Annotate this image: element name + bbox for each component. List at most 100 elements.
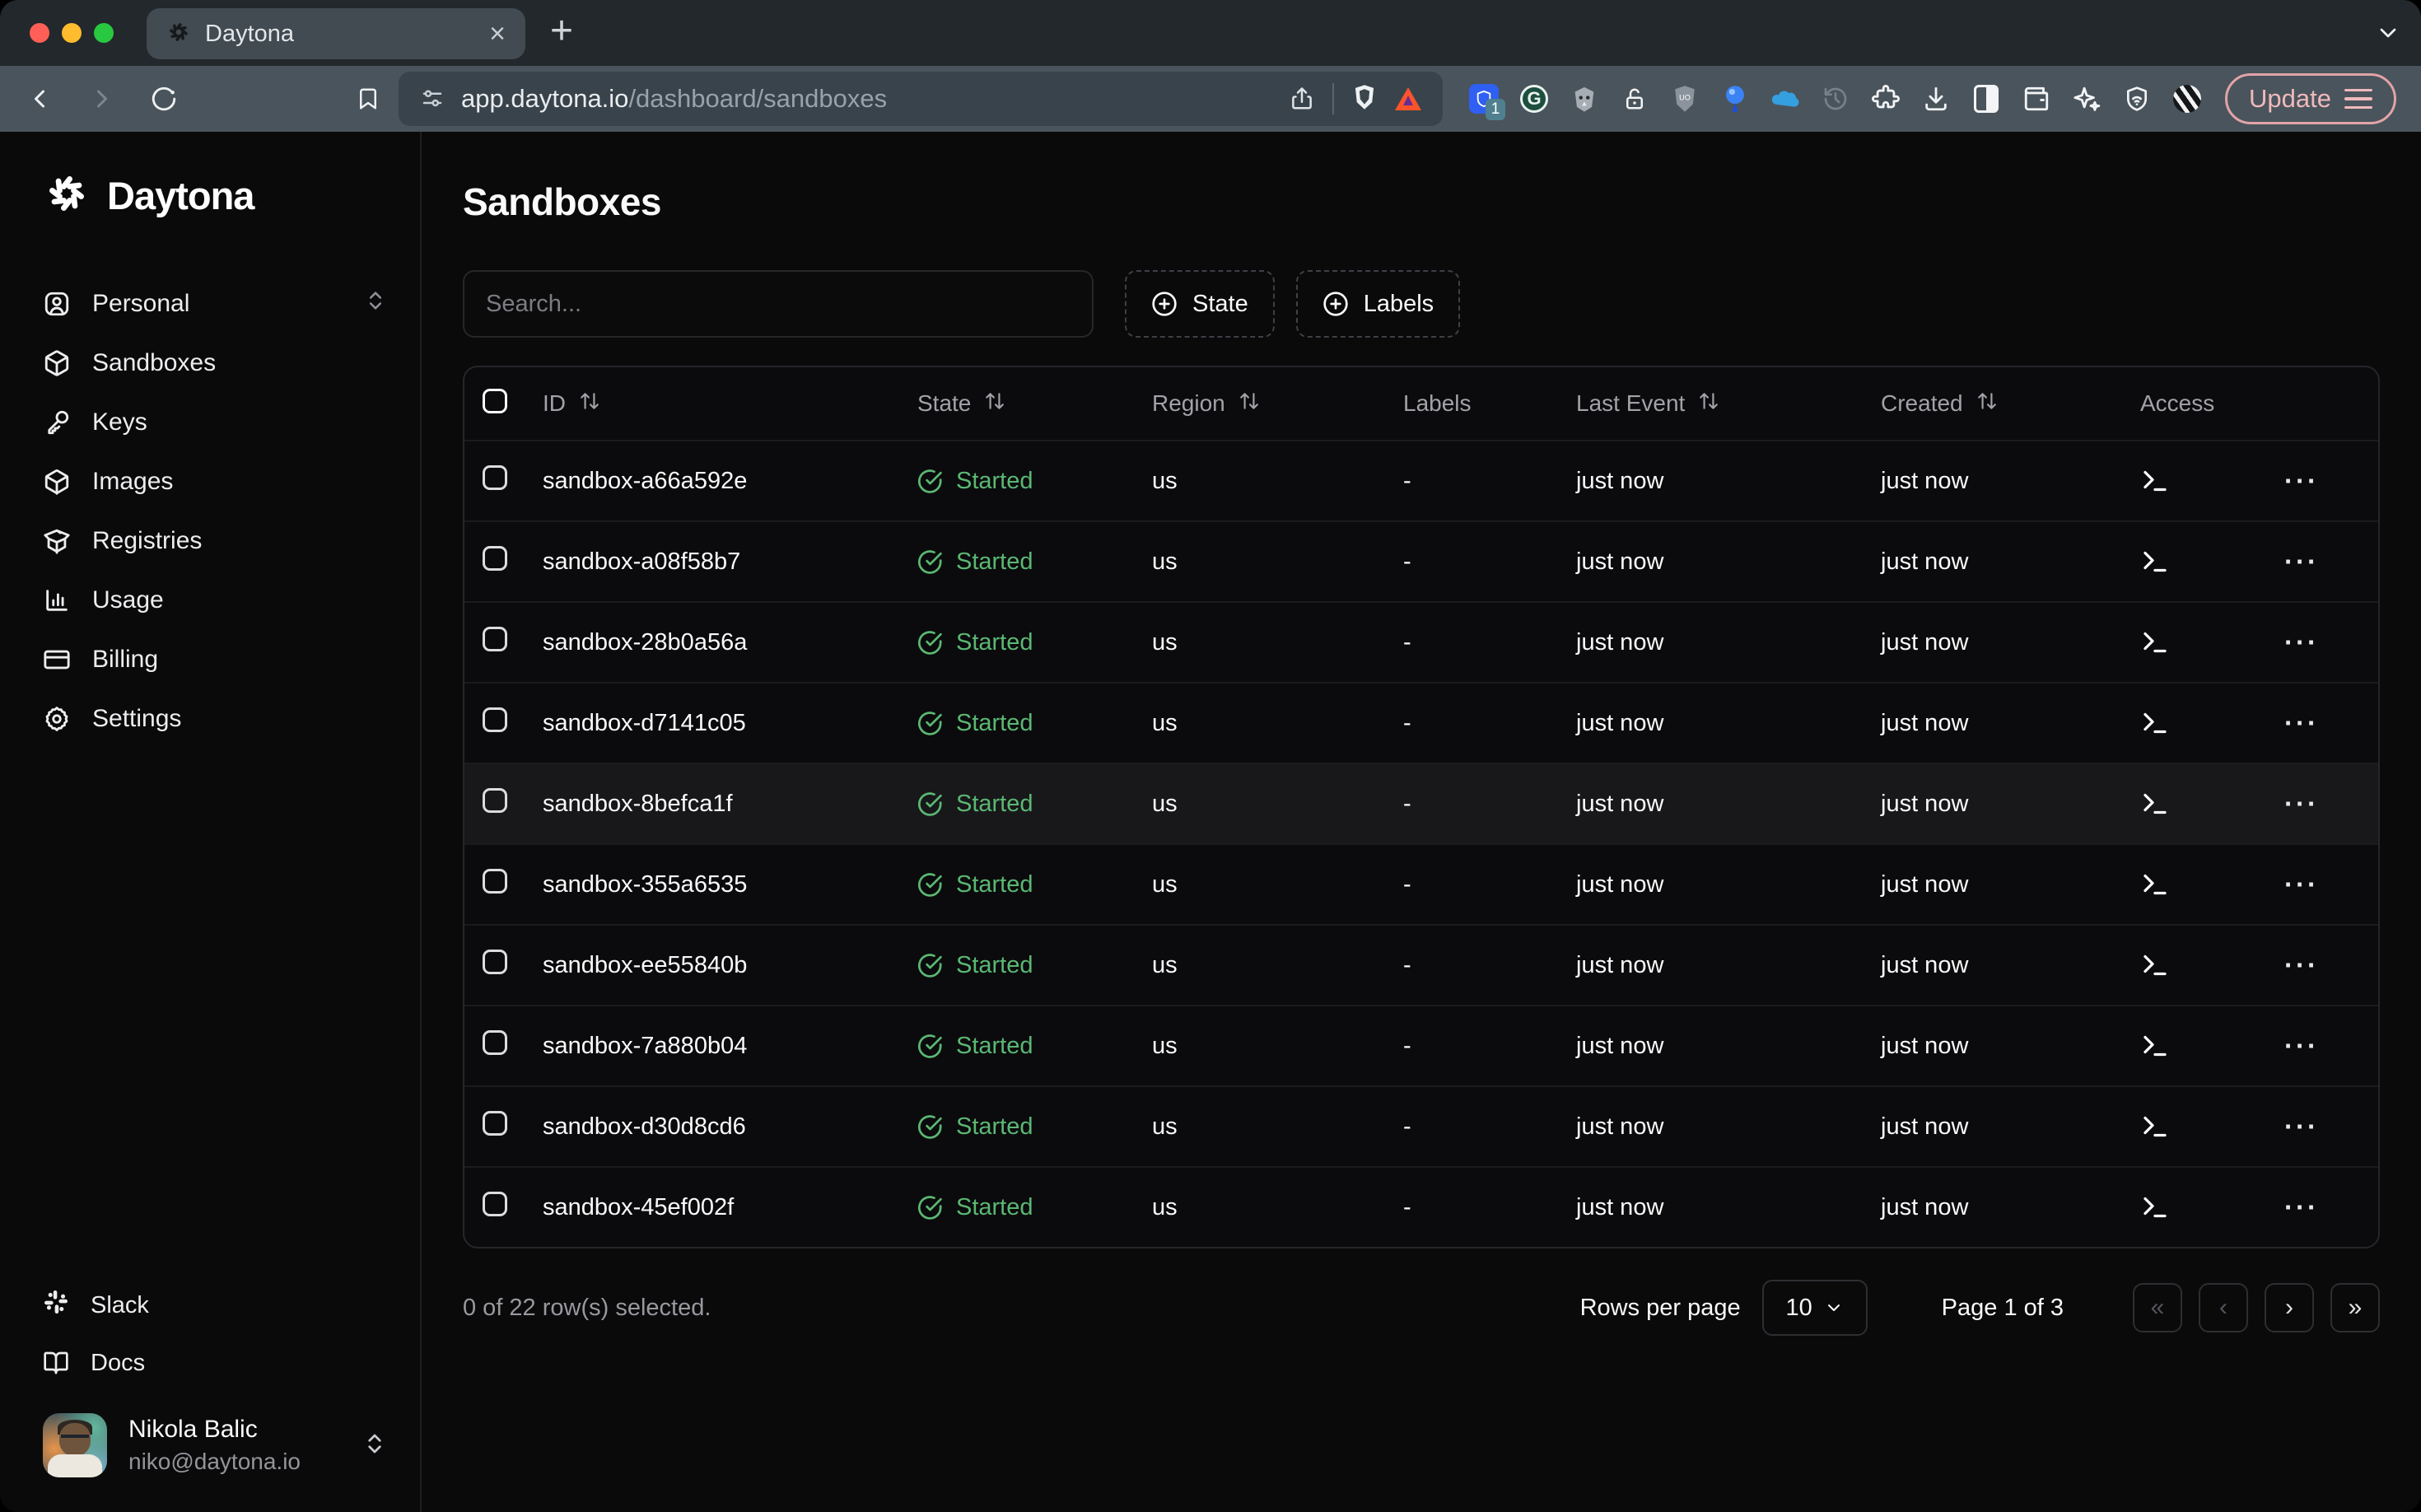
table-row[interactable]: sandbox-7a880b04 Started us - just now j…	[464, 1005, 2378, 1085]
sidebar-item-images[interactable]: Images	[43, 452, 387, 511]
sort-icon[interactable]	[984, 390, 1005, 418]
sidebar-link-slack[interactable]: Slack	[43, 1276, 387, 1334]
row-checkbox[interactable]	[483, 627, 507, 651]
row-checkbox[interactable]	[483, 869, 507, 894]
terminal-icon[interactable]	[2140, 628, 2170, 657]
table-row[interactable]: sandbox-a08f58b7 Started us - just now j…	[464, 520, 2378, 601]
terminal-icon[interactable]	[2140, 870, 2170, 899]
row-actions-ellipsis[interactable]: ···	[2284, 1111, 2319, 1142]
row-checkbox[interactable]	[483, 465, 507, 490]
column-header-region[interactable]: Region	[1137, 390, 1388, 418]
brave-rewards-icon[interactable]	[1395, 87, 1421, 110]
bitwarden-extension-icon[interactable]: 1	[1469, 84, 1499, 114]
terminal-icon[interactable]	[2140, 708, 2170, 738]
terminal-icon[interactable]	[2140, 1192, 2170, 1222]
table-row[interactable]: sandbox-45ef002f Started us - just now j…	[464, 1166, 2378, 1247]
row-checkbox[interactable]	[483, 546, 507, 571]
profile-avatar-icon[interactable]	[2172, 84, 2202, 114]
lock-extension-icon[interactable]	[1620, 84, 1649, 114]
row-actions-ellipsis[interactable]: ···	[2284, 707, 2319, 739]
labels-filter-button[interactable]: Labels	[1296, 270, 1460, 338]
forward-icon[interactable]	[87, 84, 117, 114]
wallet-icon[interactable]	[2022, 84, 2051, 114]
last-page-button[interactable]: »	[2330, 1283, 2380, 1332]
column-header-id[interactable]: ID	[528, 390, 903, 418]
downloads-icon[interactable]	[1921, 84, 1951, 114]
table-row[interactable]: sandbox-355a6535 Started us - just now j…	[464, 843, 2378, 924]
table-row[interactable]: sandbox-28b0a56a Started us - just now j…	[464, 601, 2378, 682]
row-checkbox[interactable]	[483, 788, 507, 813]
user-profile[interactable]: Nikola Balic niko@daytona.io	[43, 1413, 387, 1477]
terminal-icon[interactable]	[2140, 789, 2170, 819]
window-zoom-button[interactable]	[94, 23, 114, 43]
column-header-last-event[interactable]: Last Event	[1561, 390, 1866, 418]
share-icon[interactable]	[1290, 86, 1314, 111]
new-tab-button[interactable]: +	[550, 12, 573, 51]
sidebar-item-billing[interactable]: Billing	[43, 630, 387, 689]
row-checkbox[interactable]	[483, 707, 507, 732]
row-actions-ellipsis[interactable]: ···	[2284, 1030, 2319, 1062]
site-settings-icon[interactable]	[420, 86, 445, 111]
org-switcher[interactable]: Personal	[43, 274, 387, 334]
history-extension-icon[interactable]	[1821, 84, 1850, 114]
leo-ai-sparkles-icon[interactable]	[2072, 84, 2101, 114]
table-row[interactable]: sandbox-8befca1f Started us - just now j…	[464, 763, 2378, 843]
search-input[interactable]	[463, 270, 1094, 338]
sort-icon[interactable]	[1976, 390, 1998, 418]
sidebar-item-settings[interactable]: Settings	[43, 689, 387, 749]
first-page-button[interactable]: «	[2133, 1283, 2182, 1332]
back-icon[interactable]	[25, 84, 54, 114]
state-filter-button[interactable]: State	[1125, 270, 1275, 338]
address-bar[interactable]: app.daytona.io/dashboard/sandboxes	[399, 72, 1443, 126]
rows-per-page-select[interactable]: 10	[1762, 1280, 1868, 1336]
grammarly-extension-icon[interactable]: G	[1519, 84, 1549, 114]
row-checkbox[interactable]	[483, 1192, 507, 1216]
tab-search-chevron-icon[interactable]	[2375, 20, 2401, 46]
browser-tab[interactable]: Daytona ×	[147, 8, 525, 59]
row-actions-ellipsis[interactable]: ···	[2284, 546, 2319, 577]
terminal-icon[interactable]	[2140, 466, 2170, 496]
ublock-origin-extension-icon[interactable]: UO	[1670, 84, 1700, 114]
select-all-checkbox[interactable]	[483, 389, 507, 413]
row-checkbox[interactable]	[483, 950, 507, 974]
sidebar-item-registries[interactable]: Registries	[43, 511, 387, 571]
row-actions-ellipsis[interactable]: ···	[2284, 465, 2319, 497]
sidebar-item-sandboxes[interactable]: Sandboxes	[43, 334, 387, 393]
sort-icon[interactable]	[1698, 390, 1719, 418]
terminal-icon[interactable]	[2140, 547, 2170, 576]
sort-icon[interactable]	[1238, 390, 1260, 418]
terminal-icon[interactable]	[2140, 1031, 2170, 1061]
vpn-shield-icon[interactable]	[2122, 84, 2152, 114]
extensions-puzzle-icon[interactable]	[1871, 84, 1901, 114]
next-page-button[interactable]: ›	[2265, 1283, 2314, 1332]
tab-close-icon[interactable]: ×	[489, 20, 506, 48]
row-actions-ellipsis[interactable]: ···	[2284, 869, 2319, 900]
brave-shields-icon[interactable]	[1352, 84, 1377, 114]
row-actions-ellipsis[interactable]: ···	[2284, 627, 2319, 658]
row-checkbox[interactable]	[483, 1030, 507, 1055]
salesforce-extension-icon[interactable]	[1770, 84, 1800, 114]
row-actions-ellipsis[interactable]: ···	[2284, 950, 2319, 981]
previous-page-button[interactable]: ‹	[2199, 1283, 2248, 1332]
sidebar-link-docs[interactable]: Docs	[43, 1334, 387, 1392]
table-row[interactable]: sandbox-d30d8cd6 Started us - just now j…	[464, 1085, 2378, 1166]
table-row[interactable]: sandbox-d7141c05 Started us - just now j…	[464, 682, 2378, 763]
sidebar-item-usage[interactable]: Usage	[43, 571, 387, 630]
window-close-button[interactable]	[30, 23, 49, 43]
table-row[interactable]: sandbox-ee55840b Started us - just now j…	[464, 924, 2378, 1005]
terminal-icon[interactable]	[2140, 950, 2170, 980]
reload-icon[interactable]	[150, 85, 178, 113]
row-actions-ellipsis[interactable]: ···	[2284, 788, 2319, 819]
window-minimize-button[interactable]	[62, 23, 82, 43]
bookmark-icon[interactable]	[356, 85, 380, 113]
sidebar-item-keys[interactable]: Keys	[43, 393, 387, 452]
row-actions-ellipsis[interactable]: ···	[2284, 1192, 2319, 1223]
sort-icon[interactable]	[579, 390, 600, 418]
row-checkbox[interactable]	[483, 1111, 507, 1136]
terminal-icon[interactable]	[2140, 1112, 2170, 1141]
table-row[interactable]: sandbox-a66a592e Started us - just now j…	[464, 440, 2378, 520]
pin-extension-icon[interactable]	[1720, 84, 1750, 114]
column-header-created[interactable]: Created	[1866, 390, 2125, 418]
privacy-badger-extension-icon[interactable]	[1570, 84, 1599, 114]
side-panel-icon[interactable]	[1971, 84, 2001, 114]
